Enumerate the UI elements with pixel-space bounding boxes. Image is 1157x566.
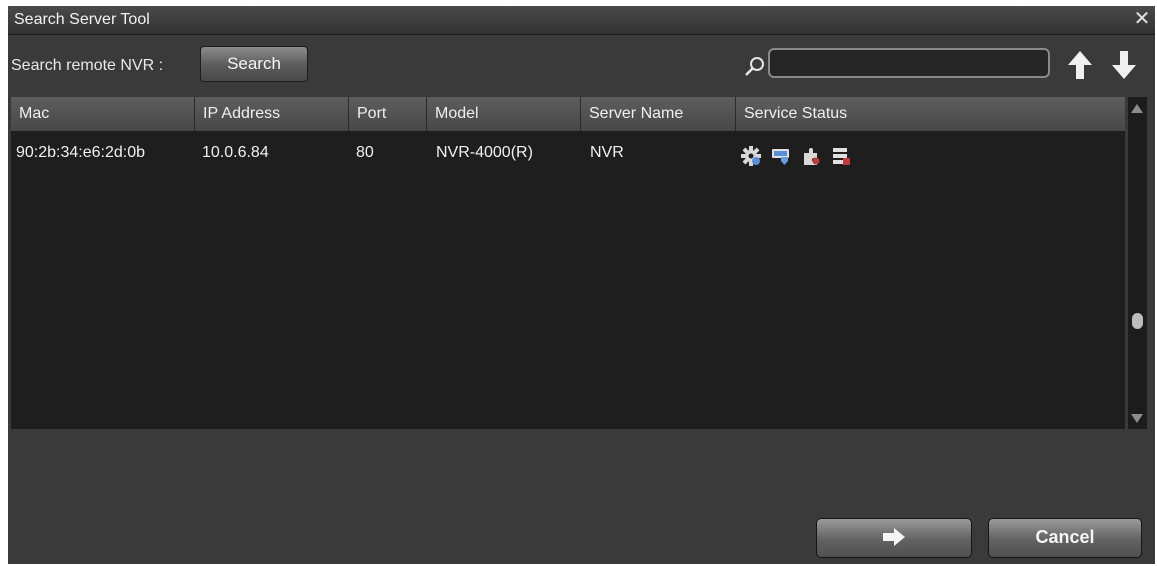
cell-port: 80 [356,144,374,161]
monitor-shield-icon [771,146,791,166]
puzzle-icon [801,146,821,166]
scroll-thumb[interactable] [1132,313,1143,329]
table-header: Mac IP Address Port Model Server Name Se… [11,97,1125,131]
column-header-server-name[interactable]: Server Name [581,97,736,131]
column-header-port[interactable]: Port [349,97,427,131]
close-icon[interactable]: ✕ [1131,8,1153,30]
arrow-down-icon[interactable] [1110,49,1138,81]
search-button[interactable]: Search [200,46,308,82]
dialog-title: Search Server Tool [14,11,150,28]
column-header-ip-address[interactable]: IP Address [195,97,349,131]
cell-server-name: NVR [590,144,624,161]
vertical-scrollbar[interactable] [1128,97,1147,429]
column-header-service-status[interactable]: Service Status [736,97,1125,131]
cell-ip-address: 10.0.6.84 [202,144,269,161]
gear-icon [741,146,761,166]
arrow-up-icon[interactable] [1066,49,1094,81]
server-list-icon [831,146,851,166]
cell-mac: 90:2b:34:e6:2d:0b [16,144,146,161]
magnifier-icon [745,57,764,76]
service-status-icons [741,146,851,166]
arrow-right-icon [883,528,905,546]
scroll-up-icon[interactable] [1131,104,1143,113]
scroll-down-icon[interactable] [1131,414,1143,423]
cell-model: NVR-4000(R) [436,144,533,161]
cancel-button[interactable]: Cancel [988,518,1142,558]
column-header-mac[interactable]: Mac [11,97,195,131]
column-header-model[interactable]: Model [427,97,581,131]
search-remote-nvr-label: Search remote NVR : [11,57,164,74]
next-button[interactable] [816,518,972,558]
table-row[interactable]: 90:2b:34:e6:2d:0b 10.0.6.84 80 NVR-4000(… [11,131,1125,175]
server-table: Mac IP Address Port Model Server Name Se… [11,97,1125,429]
title-bar[interactable]: Search Server Tool ✕ [8,6,1155,35]
filter-input[interactable] [768,48,1050,78]
